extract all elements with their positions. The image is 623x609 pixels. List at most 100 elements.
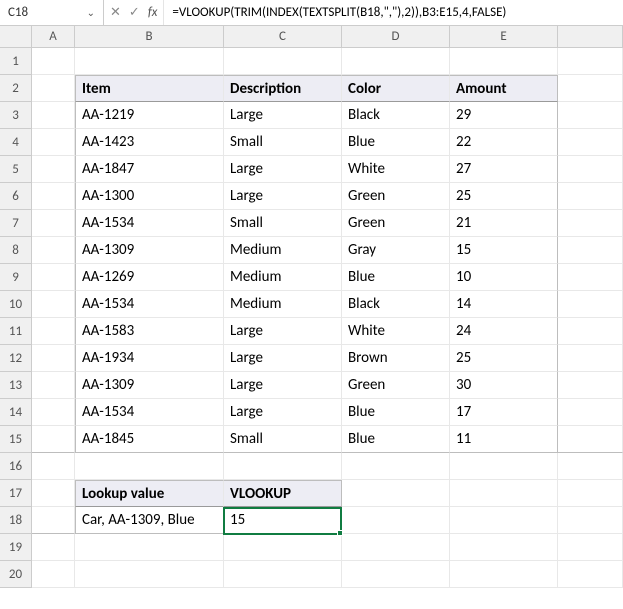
- cell[interactable]: [75, 534, 224, 561]
- cell[interactable]: [32, 291, 75, 318]
- cell[interactable]: [558, 507, 623, 534]
- cell[interactable]: [224, 453, 342, 480]
- cell-item[interactable]: AA-1269: [75, 264, 224, 291]
- chevron-down-icon[interactable]: ⌄: [83, 6, 99, 19]
- cell[interactable]: [450, 534, 558, 561]
- cell-amount[interactable]: 25: [450, 183, 558, 210]
- cell-item[interactable]: AA-1309: [75, 237, 224, 264]
- header-amount[interactable]: Amount: [450, 75, 558, 102]
- cell-description[interactable]: Large: [224, 345, 342, 372]
- cell-item[interactable]: AA-1534: [75, 210, 224, 237]
- cell[interactable]: [558, 210, 623, 237]
- cell-item[interactable]: AA-1845: [75, 426, 224, 453]
- cell[interactable]: [342, 507, 450, 534]
- cell-description[interactable]: Large: [224, 156, 342, 183]
- cell[interactable]: [32, 399, 75, 426]
- header-item[interactable]: Item: [75, 75, 224, 102]
- cell-amount[interactable]: 17: [450, 399, 558, 426]
- col-header-rest[interactable]: [558, 26, 623, 48]
- cell-color[interactable]: Green: [342, 183, 450, 210]
- vlookup-header[interactable]: VLOOKUP: [224, 480, 342, 507]
- cell-amount[interactable]: 14: [450, 291, 558, 318]
- cell[interactable]: [224, 534, 342, 561]
- cell-description[interactable]: Large: [224, 183, 342, 210]
- cell-item[interactable]: AA-1219: [75, 102, 224, 129]
- cell[interactable]: [32, 156, 75, 183]
- cell[interactable]: [558, 534, 623, 561]
- cell[interactable]: [450, 561, 558, 588]
- cell[interactable]: [32, 237, 75, 264]
- cell[interactable]: [450, 48, 558, 75]
- cell-description[interactable]: Medium: [224, 237, 342, 264]
- cell-item[interactable]: AA-1534: [75, 399, 224, 426]
- cell-description[interactable]: Small: [224, 210, 342, 237]
- cell[interactable]: [75, 561, 224, 588]
- select-all-corner[interactable]: [0, 26, 32, 48]
- row-header[interactable]: 14: [0, 399, 32, 426]
- row-header[interactable]: 15: [0, 426, 32, 453]
- cell[interactable]: [342, 534, 450, 561]
- row-header[interactable]: 3: [0, 102, 32, 129]
- cell-color[interactable]: Gray: [342, 237, 450, 264]
- cell-item[interactable]: AA-1300: [75, 183, 224, 210]
- cell-description[interactable]: Large: [224, 102, 342, 129]
- cell[interactable]: [558, 453, 623, 480]
- cell[interactable]: [224, 561, 342, 588]
- row-header[interactable]: 8: [0, 237, 32, 264]
- vlookup-result-cell[interactable]: 15: [224, 507, 342, 534]
- cell-color[interactable]: Black: [342, 291, 450, 318]
- row-header[interactable]: 7: [0, 210, 32, 237]
- row-header[interactable]: 2: [0, 75, 32, 102]
- cell-description[interactable]: Large: [224, 318, 342, 345]
- cell[interactable]: [450, 480, 558, 507]
- cell[interactable]: [558, 156, 623, 183]
- cell-item[interactable]: AA-1583: [75, 318, 224, 345]
- accept-icon[interactable]: ✓: [129, 5, 140, 20]
- cell[interactable]: [75, 48, 224, 75]
- row-header[interactable]: 13: [0, 372, 32, 399]
- lookup-value-header[interactable]: Lookup value: [75, 480, 224, 507]
- col-header-D[interactable]: D: [342, 26, 450, 48]
- cell-color[interactable]: White: [342, 318, 450, 345]
- cell-amount[interactable]: 21: [450, 210, 558, 237]
- cell-color[interactable]: Blue: [342, 264, 450, 291]
- header-description[interactable]: Description: [224, 75, 342, 102]
- cell-amount[interactable]: 11: [450, 426, 558, 453]
- row-header[interactable]: 5: [0, 156, 32, 183]
- row-header[interactable]: 10: [0, 291, 32, 318]
- cell-item[interactable]: AA-1934: [75, 345, 224, 372]
- row-header[interactable]: 18: [0, 507, 32, 534]
- row-header[interactable]: 11: [0, 318, 32, 345]
- cell-color[interactable]: Green: [342, 372, 450, 399]
- cell[interactable]: [558, 372, 623, 399]
- row-header[interactable]: 4: [0, 129, 32, 156]
- col-header-C[interactable]: C: [224, 26, 342, 48]
- cell[interactable]: [224, 48, 342, 75]
- lookup-value-cell[interactable]: Car, AA-1309, Blue: [75, 507, 224, 534]
- col-header-E[interactable]: E: [450, 26, 558, 48]
- cancel-icon[interactable]: ✕: [110, 5, 121, 20]
- cell[interactable]: [558, 318, 623, 345]
- cell-amount[interactable]: 30: [450, 372, 558, 399]
- cell[interactable]: [342, 48, 450, 75]
- cell[interactable]: [558, 291, 623, 318]
- cell[interactable]: [558, 102, 623, 129]
- cell[interactable]: [32, 318, 75, 345]
- cell[interactable]: [32, 507, 75, 534]
- cell-description[interactable]: Large: [224, 372, 342, 399]
- cell[interactable]: [342, 453, 450, 480]
- cell[interactable]: [558, 426, 623, 453]
- cell-item[interactable]: AA-1423: [75, 129, 224, 156]
- col-header-B[interactable]: B: [75, 26, 224, 48]
- name-box[interactable]: C18 ⌄: [0, 0, 104, 25]
- cell[interactable]: [558, 75, 623, 102]
- cell-description[interactable]: Medium: [224, 291, 342, 318]
- header-color[interactable]: Color: [342, 75, 450, 102]
- formula-input[interactable]: =VLOOKUP(TRIM(INDEX(TEXTSPLIT(B18,","),2…: [164, 5, 623, 20]
- row-header[interactable]: 20: [0, 561, 32, 588]
- cell[interactable]: [558, 561, 623, 588]
- cell[interactable]: [75, 453, 224, 480]
- cell[interactable]: [32, 453, 75, 480]
- cell[interactable]: [558, 129, 623, 156]
- cell[interactable]: [558, 345, 623, 372]
